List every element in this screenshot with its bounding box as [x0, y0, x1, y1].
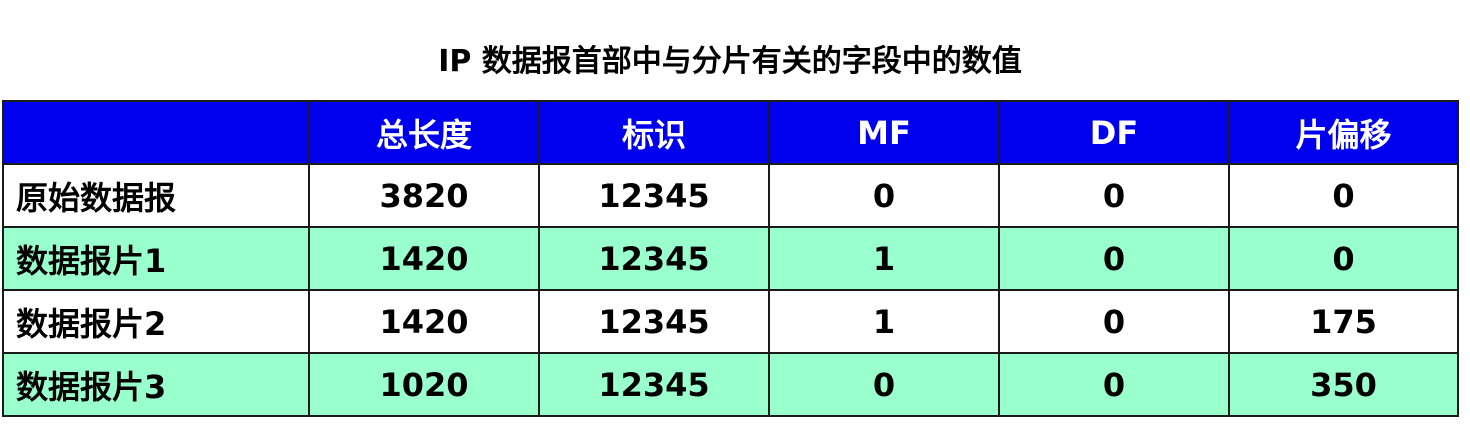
row-label: 原始数据报 — [2, 163, 310, 228]
total-length-cell: 3820 — [308, 163, 540, 228]
header-df: DF — [998, 100, 1230, 165]
fragment-offset-cell: 175 — [1228, 289, 1459, 354]
identification-cell: 12345 — [538, 163, 770, 228]
mf-cell: 1 — [768, 226, 1000, 291]
table-row: 数据报片2 1420 12345 1 0 175 — [2, 289, 1459, 354]
mf-cell: 0 — [768, 352, 1000, 417]
df-cell: 0 — [998, 226, 1230, 291]
fragment-offset-cell: 0 — [1228, 163, 1459, 228]
df-cell: 0 — [998, 352, 1230, 417]
mf-cell: 1 — [768, 289, 1000, 354]
fragment-offset-cell: 0 — [1228, 226, 1459, 291]
mf-cell: 0 — [768, 163, 1000, 228]
row-label: 数据报片2 — [2, 289, 310, 354]
header-mf: MF — [768, 100, 1000, 165]
identification-cell: 12345 — [538, 226, 770, 291]
row-label: 数据报片1 — [2, 226, 310, 291]
identification-cell: 12345 — [538, 289, 770, 354]
table-row: 数据报片1 1420 12345 1 0 0 — [2, 226, 1459, 291]
header-total-length: 总长度 — [308, 100, 540, 165]
identification-cell: 12345 — [538, 352, 770, 417]
df-cell: 0 — [998, 289, 1230, 354]
table-row: 原始数据报 3820 12345 0 0 0 — [2, 163, 1459, 228]
header-row: 总长度 标识 MF DF 片偏移 — [2, 100, 1459, 165]
header-fragment-offset: 片偏移 — [1228, 100, 1459, 165]
fragment-fields-table: 总长度 标识 MF DF 片偏移 原始数据报 3820 12345 0 0 0 … — [2, 100, 1459, 417]
table-row: 数据报片3 1020 12345 0 0 350 — [2, 352, 1459, 417]
fragment-offset-cell: 350 — [1228, 352, 1459, 417]
header-identification: 标识 — [538, 100, 770, 165]
total-length-cell: 1020 — [308, 352, 540, 417]
row-label: 数据报片3 — [2, 352, 310, 417]
df-cell: 0 — [998, 163, 1230, 228]
total-length-cell: 1420 — [308, 289, 540, 354]
total-length-cell: 1420 — [308, 226, 540, 291]
header-corner — [2, 100, 310, 165]
table-title: IP 数据报首部中与分片有关的字段中的数值 — [438, 44, 1022, 79]
